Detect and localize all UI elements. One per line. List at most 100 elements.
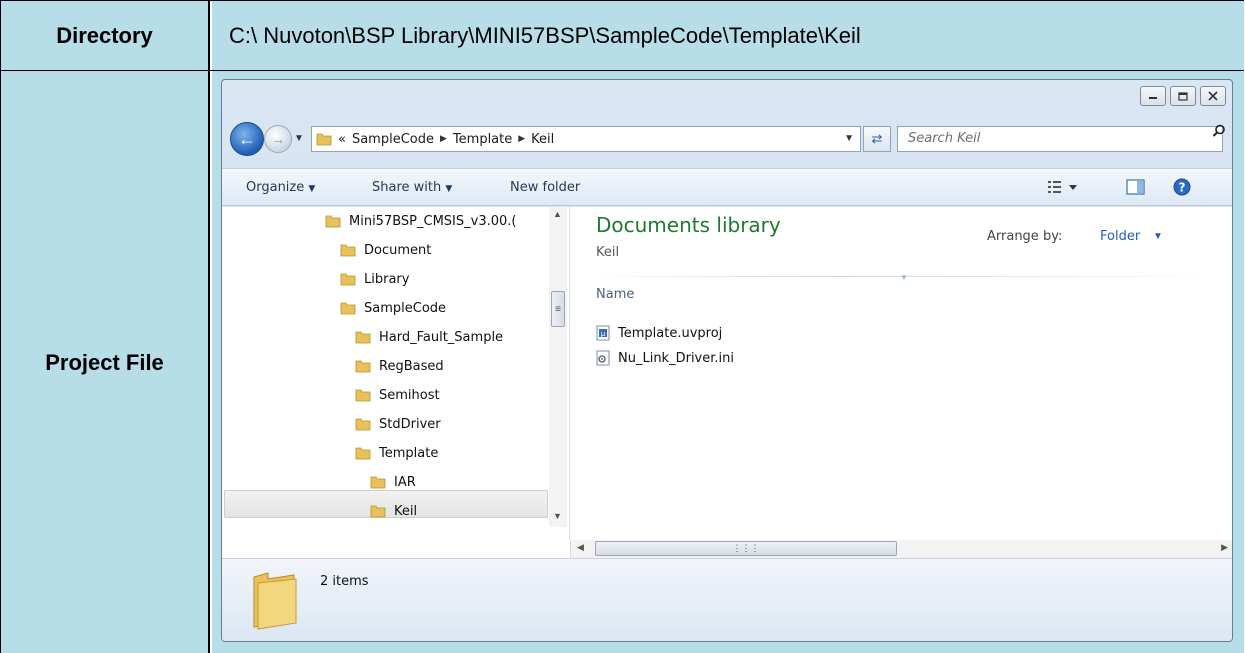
breadcrumb-samplecode[interactable]: SampleCode xyxy=(352,132,434,147)
tree-item-label: IAR xyxy=(394,474,416,490)
arrange-by-dropdown[interactable]: Folder xyxy=(1100,229,1140,244)
tree-item[interactable]: Semihost xyxy=(355,381,440,409)
refresh-button[interactable]: ⇄ xyxy=(863,126,891,152)
scroll-right-icon[interactable]: ▶ xyxy=(1221,542,1228,553)
directory-row: Directory C:\ Nuvoton\BSP Library\MINI57… xyxy=(1,1,1244,71)
tree-item-label: Keil xyxy=(394,503,418,519)
tree-item[interactable]: SampleCode xyxy=(340,294,446,322)
ini-settings-icon xyxy=(596,350,610,366)
breadcrumb-overflow[interactable]: « xyxy=(338,132,346,147)
chevron-right-icon[interactable]: ▶ xyxy=(518,134,525,144)
tree-item[interactable]: Mini57BSP_CMSIS_v3.00.( xyxy=(325,207,516,235)
view-options-icon[interactable] xyxy=(1047,178,1079,196)
file-item-template-uvproj[interactable]: μ Template.uvproj xyxy=(596,322,722,344)
folder-icon xyxy=(340,302,356,315)
tree-item-label: SampleCode xyxy=(364,300,447,316)
tree-item[interactable]: Document xyxy=(340,236,431,264)
breadcrumb-template[interactable]: Template xyxy=(453,132,512,147)
scrollbar-thumb[interactable]: ⋮⋮⋮ xyxy=(595,541,897,556)
project-file-label: Project File xyxy=(1,71,210,653)
large-folder-icon xyxy=(253,572,297,630)
tree-item-label: Document xyxy=(364,242,432,258)
tree-item[interactable]: Hard_Fault_Sample xyxy=(355,323,503,351)
library-subtitle: Keil xyxy=(596,245,620,260)
folder-icon xyxy=(316,133,332,146)
tree-item-label: Template xyxy=(379,445,439,461)
folder-icon xyxy=(355,331,371,344)
directory-value-cell: C:\ Nuvoton\BSP Library\MINI57BSP\Sample… xyxy=(212,1,1244,70)
help-icon[interactable]: ? xyxy=(1173,178,1191,196)
scroll-up-icon[interactable]: ▲ xyxy=(553,209,562,219)
share-with-menu[interactable]: Share with ▼ xyxy=(372,180,452,195)
tree-item-label: Hard_Fault_Sample xyxy=(379,329,504,345)
project-file-row: Project File ← → ▼ « SampleCode ▶ Templa… xyxy=(1,71,1244,653)
column-header-name[interactable]: Name xyxy=(596,287,634,302)
arrange-by-label: Arrange by: xyxy=(987,229,1063,244)
command-toolbar: Organize ▼ Share with ▼ New folder ? xyxy=(222,168,1232,206)
uvproj-icon: μ xyxy=(596,325,610,341)
file-name: Nu_Link_Driver.ini xyxy=(618,350,734,366)
scrollbar-thumb[interactable]: ≡ xyxy=(551,291,565,327)
maximize-icon xyxy=(1178,91,1188,101)
folder-icon xyxy=(370,476,386,489)
chevron-down-icon[interactable]: ▼ xyxy=(1153,231,1163,242)
details-pane: 2 items xyxy=(222,558,1232,641)
forward-arrow-icon: → xyxy=(271,131,285,147)
directory-label: Directory xyxy=(1,1,210,70)
breadcrumb: « SampleCode ▶ Template ▶ Keil xyxy=(338,132,554,147)
folder-icon xyxy=(355,418,371,431)
search-input[interactable]: Search Keil xyxy=(897,126,1223,152)
address-bar-row: ← → ▼ « SampleCode ▶ Template ▶ Keil ▼ ⇄… xyxy=(222,120,1232,160)
breadcrumb-keil[interactable]: Keil xyxy=(531,132,554,147)
folder-icon xyxy=(355,389,371,402)
tree-item-label: Library xyxy=(364,271,410,287)
tree-item[interactable]: Library xyxy=(340,265,409,293)
scroll-left-icon[interactable]: ◀ xyxy=(577,542,584,553)
window-controls xyxy=(1140,86,1226,106)
tree-item-label: StdDriver xyxy=(379,416,441,432)
search-icon[interactable] xyxy=(1212,124,1226,138)
new-folder-button[interactable]: New folder xyxy=(510,180,580,195)
item-count: 2 items xyxy=(320,574,369,589)
address-field[interactable]: « SampleCode ▶ Template ▶ Keil ▼ xyxy=(311,126,861,152)
tree-item-label: Mini57BSP_CMSIS_v3.00.( xyxy=(349,213,517,229)
svg-text:?: ? xyxy=(1179,181,1186,195)
tree-item[interactable]: Template xyxy=(355,439,438,467)
sort-indicator-icon: ▼ xyxy=(900,273,908,282)
directory-path: C:\ Nuvoton\BSP Library\MINI57BSP\Sample… xyxy=(229,23,861,48)
tree-item-label: RegBased xyxy=(379,358,444,374)
recent-pages-dropdown[interactable]: ▼ xyxy=(294,133,304,144)
tree-footer xyxy=(222,540,571,558)
file-list-pane: Documents library Keil Arrange by: Folde… xyxy=(571,207,1232,540)
back-arrow-icon: ← xyxy=(238,128,256,149)
chevron-down-icon: ▼ xyxy=(308,184,316,194)
tree-item[interactable]: StdDriver xyxy=(355,410,441,438)
folder-icon xyxy=(325,215,341,228)
chevron-right-icon[interactable]: ▶ xyxy=(440,134,447,144)
chevron-down-icon: ▼ xyxy=(445,184,453,194)
tree-item[interactable]: RegBased xyxy=(355,352,444,380)
tree-item[interactable]: Keil xyxy=(370,497,417,525)
chevron-down-icon: ▼ xyxy=(294,133,304,144)
navigation-pane: Mini57BSP_CMSIS_v3.00.( Document Library Sa… xyxy=(222,207,570,540)
forward-button[interactable]: → xyxy=(264,125,292,153)
back-button[interactable]: ← xyxy=(230,122,264,156)
minimize-button[interactable] xyxy=(1140,86,1166,106)
folder-icon xyxy=(370,505,386,518)
refresh-icon: ⇄ xyxy=(871,131,883,146)
preview-pane-icon[interactable] xyxy=(1126,178,1146,196)
folder-icon xyxy=(355,360,371,373)
scroll-down-icon[interactable]: ▼ xyxy=(553,511,562,521)
document-table: Directory C:\ Nuvoton\BSP Library\MINI57… xyxy=(0,0,1244,653)
tree-vertical-scrollbar[interactable]: ▲ ≡ ▼ xyxy=(549,207,567,527)
close-button[interactable] xyxy=(1200,86,1226,106)
organize-menu[interactable]: Organize ▼ xyxy=(246,180,315,195)
address-history-dropdown[interactable]: ▼ xyxy=(844,133,854,144)
maximize-button[interactable] xyxy=(1170,86,1196,106)
file-list-horizontal-scrollbar[interactable]: ◀ ⋮⋮⋮ ▶ xyxy=(571,540,1232,558)
file-item-nu-link-driver-ini[interactable]: Nu_Link_Driver.ini xyxy=(596,347,734,369)
share-with-label: Share with xyxy=(372,180,442,195)
organize-label: Organize xyxy=(246,180,305,195)
folder-icon xyxy=(355,447,371,460)
tree-item[interactable]: IAR xyxy=(370,468,416,496)
